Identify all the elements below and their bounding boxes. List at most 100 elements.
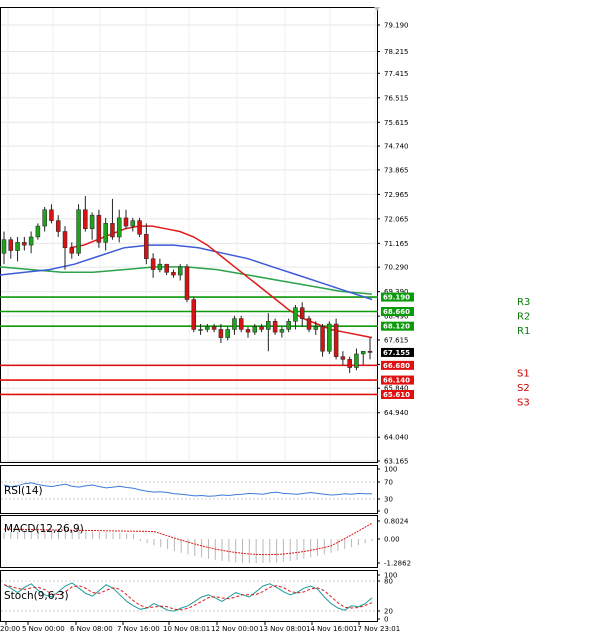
level-label-r1: R1: [517, 326, 530, 337]
rsi-tick-label: 0: [384, 508, 388, 516]
candle-body: [245, 329, 251, 333]
macd-label: MACD(12,26,9): [4, 523, 84, 535]
indicator-ticks: 100703000.80240.00-1.286210080200: [377, 466, 411, 624]
candle-body: [171, 272, 176, 276]
macd-tick-label: -1.2862: [384, 560, 411, 568]
level-label-s2: S2: [517, 383, 530, 394]
candle-body: [55, 220, 61, 232]
candle-body: [83, 209, 88, 230]
candle-body: [354, 353, 359, 368]
candle-body: [110, 223, 115, 238]
y-tick-label: 74.740: [384, 143, 409, 151]
level-badge-text: 68.660: [383, 308, 410, 316]
candle-body: [299, 307, 305, 319]
price-chart[interactable]: 79.190 78.215 77.415 76.515 75.615 74.740 73.8…: [0, 0, 600, 636]
level-badge-text: 69.190: [383, 294, 410, 302]
candle-body: [266, 321, 271, 330]
y-tick-label: 64.040: [384, 434, 409, 442]
candle-body: [137, 220, 142, 235]
candle-body: [272, 321, 278, 333]
candle-body: [123, 217, 129, 227]
x-tick-label: 17 Nov 23:01: [353, 625, 400, 633]
macd-tick-label: 0.8024: [384, 518, 409, 526]
y-tick-label: 72.965: [384, 191, 409, 199]
y-tick-label: 63.165: [384, 458, 409, 466]
candle-body: [184, 266, 190, 300]
candle-body: [225, 329, 230, 338]
stoch-tick-label: 20: [384, 608, 393, 616]
candle-body: [238, 318, 244, 330]
candle-body: [157, 263, 163, 270]
y-tick-label: 79.190: [384, 22, 409, 30]
current-price-text: 67.155: [383, 349, 410, 357]
level-badge-text: 68.120: [383, 323, 410, 331]
candle-body: [313, 326, 319, 330]
candle-body: [218, 329, 224, 338]
candle-body: [164, 263, 169, 273]
candle-body: [28, 236, 34, 246]
macd-tick-label: 0.00: [384, 536, 400, 544]
candle-body: [76, 209, 81, 254]
pivot-level-labels: R3 R2 R1 S1 S2 S3: [517, 297, 530, 408]
y-tick-label: 64.940: [384, 409, 409, 417]
candle-body: [89, 214, 95, 230]
x-tick-label: 12 Nov 00:00: [211, 625, 258, 633]
x-tick-label: 5 Nov 00:00: [22, 625, 65, 633]
level-badge-text: 65.610: [383, 391, 410, 399]
candle-body: [35, 225, 41, 238]
rsi-tick-label: 70: [384, 479, 393, 487]
candle-body: [15, 242, 20, 251]
candle-body: [69, 247, 75, 254]
candle-body: [8, 239, 14, 251]
y-tick-label: 72.065: [384, 215, 409, 223]
candle-body: [320, 326, 325, 352]
candle-body: [22, 242, 27, 246]
x-tick-label: 14 Nov 16:00: [306, 625, 353, 633]
candle-body: [306, 318, 312, 330]
level-badge-text: 66.680: [383, 362, 410, 370]
candle-body: [286, 321, 291, 330]
rsi-tick-label: 30: [384, 496, 393, 504]
candle-body: [340, 356, 346, 360]
x-tick-label: 7 Nov 16:00: [117, 625, 160, 633]
candle-body: [333, 323, 339, 357]
level-label-s1: S1: [517, 368, 530, 379]
candle-body: [347, 359, 352, 368]
stoch-tick-label: 0: [384, 616, 388, 624]
rsi-label: RSI(14): [4, 485, 43, 497]
y-tick-label: 70.290: [384, 264, 409, 272]
x-axis-labels: 20:00 5 Nov 00:00 6 Nov 08:00 7 Nov 16:00 10…: [0, 621, 400, 633]
candle-body: [360, 350, 366, 355]
candle-body: [198, 329, 203, 331]
candle-body: [232, 318, 237, 330]
rsi-pane: [0, 465, 378, 514]
level-label-s3: S3: [517, 397, 530, 408]
stoch-label: Stoch(9,6,3): [4, 590, 69, 602]
candle-body: [42, 209, 47, 227]
level-label-r3: R3: [517, 297, 530, 308]
candle-body: [116, 217, 122, 238]
candle-body: [103, 223, 108, 243]
candle-body: [211, 326, 217, 330]
y-tick-label: 67.615: [384, 336, 409, 344]
candle-body: [1, 239, 7, 254]
rsi-tick-label: 100: [384, 466, 397, 474]
y-tick-label: 76.515: [384, 94, 409, 102]
candle-body: [144, 233, 149, 259]
candle-body: [191, 299, 197, 330]
candle-body: [150, 258, 156, 270]
price-badges: 69.190 68.660 68.120 66.680 66.140 65.610 67.1…: [381, 292, 414, 399]
candle-body: [367, 350, 373, 353]
candle-body: [177, 266, 183, 276]
candle-body: [293, 307, 298, 322]
stoch-tick-label: 80: [384, 578, 393, 586]
candle-body: [252, 326, 258, 333]
candle-body: [259, 326, 264, 330]
candle-body: [62, 231, 68, 249]
level-badge-text: 66.140: [383, 377, 410, 385]
x-tick-label: 20:00: [0, 625, 20, 633]
candle-body: [130, 220, 136, 227]
y-tick-label: 78.215: [384, 48, 409, 56]
x-tick-label: 10 Nov 08:01: [163, 625, 210, 633]
y-tick-label: 77.415: [384, 70, 409, 78]
